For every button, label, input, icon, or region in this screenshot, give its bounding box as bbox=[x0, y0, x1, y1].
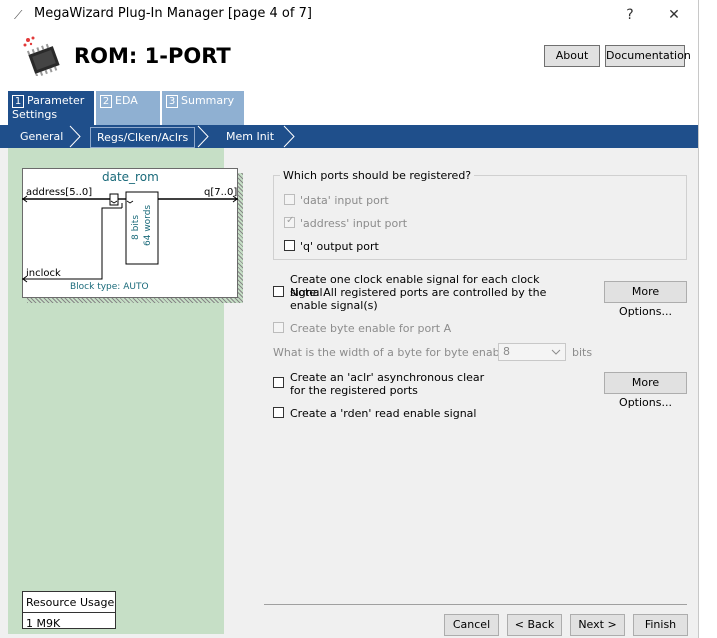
close-button[interactable]: ✕ bbox=[656, 3, 692, 27]
data-port-checkbox[interactable] bbox=[284, 194, 295, 205]
about-button[interactable]: About bbox=[544, 45, 600, 67]
aclr-checkbox[interactable] bbox=[273, 377, 284, 388]
cancel-button[interactable]: Cancel bbox=[444, 614, 499, 636]
rden-label: Create a 'rden' read enable signal bbox=[290, 407, 477, 420]
clock-enable-more-options-button[interactable]: More Options... bbox=[604, 281, 687, 318]
address-port-checkbox[interactable]: ✓ bbox=[284, 215, 295, 228]
tab-label: Summary bbox=[181, 94, 235, 107]
block-wiring bbox=[22, 191, 238, 283]
subnav-mem-init[interactable]: Mem Init bbox=[226, 125, 274, 148]
aclr-more-options-button[interactable]: More Options... bbox=[604, 372, 687, 409]
chevron-right-icon bbox=[197, 125, 209, 148]
resource-usage-title: Resource Usage bbox=[26, 596, 115, 609]
registered-ports-title: Which ports should be registered? bbox=[280, 169, 475, 182]
tab-number: 2 bbox=[100, 95, 112, 108]
wand-icon: ⟋ bbox=[14, 8, 23, 22]
tab-summary[interactable]: 3 Summary bbox=[162, 91, 244, 125]
memory-bits-label: 8 bits bbox=[131, 214, 141, 240]
byte-width-question: What is the width of a byte for byte ena… bbox=[273, 346, 521, 359]
tab-number: 3 bbox=[166, 95, 178, 108]
resource-usage-value: 1 M9K bbox=[26, 617, 61, 630]
tab-parameter-settings[interactable]: 1 Parameter Settings bbox=[8, 91, 94, 125]
aclr-label: Create an 'aclr' asynchronous clear for … bbox=[290, 371, 485, 397]
subnav-general[interactable]: General bbox=[20, 125, 63, 148]
q-port-checkbox[interactable] bbox=[284, 240, 295, 251]
checkmark-icon: ✓ bbox=[286, 215, 295, 226]
block-type-label: Block type: AUTO bbox=[70, 282, 149, 292]
chevron-down-icon bbox=[551, 349, 561, 355]
chip-icon bbox=[23, 36, 60, 76]
byte-enable-label: Create byte enable for port A bbox=[290, 322, 452, 335]
memory-words-label: 64 words bbox=[143, 204, 153, 246]
page-title: ROM: 1-PORT bbox=[74, 44, 231, 68]
tab-eda[interactable]: 2 EDA bbox=[96, 91, 160, 125]
byte-width-value: 8 bbox=[503, 345, 510, 358]
help-button[interactable]: ? bbox=[612, 3, 648, 27]
tab-number: 1 bbox=[12, 95, 24, 108]
back-button[interactable]: < Back bbox=[507, 614, 562, 636]
byte-width-unit: bits bbox=[572, 346, 593, 359]
footer-divider bbox=[264, 604, 687, 605]
tab-label: EDA bbox=[115, 94, 138, 107]
data-port-label: 'data' input port bbox=[300, 194, 389, 207]
clock-enable-checkbox[interactable] bbox=[273, 286, 284, 297]
background-window-strip bbox=[699, 0, 717, 638]
byte-enable-checkbox[interactable] bbox=[273, 322, 284, 333]
rden-checkbox[interactable] bbox=[273, 407, 284, 418]
documentation-button[interactable]: Documentation bbox=[605, 45, 691, 67]
wizard-window: ⟋ MegaWizard Plug-In Manager [page 4 of … bbox=[0, 0, 699, 638]
finish-button[interactable]: Finish bbox=[633, 614, 688, 636]
window-title: MegaWizard Plug-In Manager [page 4 of 7] bbox=[34, 6, 312, 21]
subnav-regs-clken-aclrs[interactable]: Regs/Clken/Aclrs bbox=[90, 127, 196, 148]
chevron-right-icon bbox=[283, 125, 295, 148]
address-port-option-label: 'address' input port bbox=[300, 217, 408, 230]
chevron-right-icon bbox=[69, 125, 81, 148]
clock-enable-note: Note: All registered ports are controlle… bbox=[290, 286, 547, 312]
q-port-label: 'q' output port bbox=[300, 240, 379, 253]
next-button[interactable]: Next > bbox=[570, 614, 625, 636]
resource-divider bbox=[22, 612, 116, 613]
